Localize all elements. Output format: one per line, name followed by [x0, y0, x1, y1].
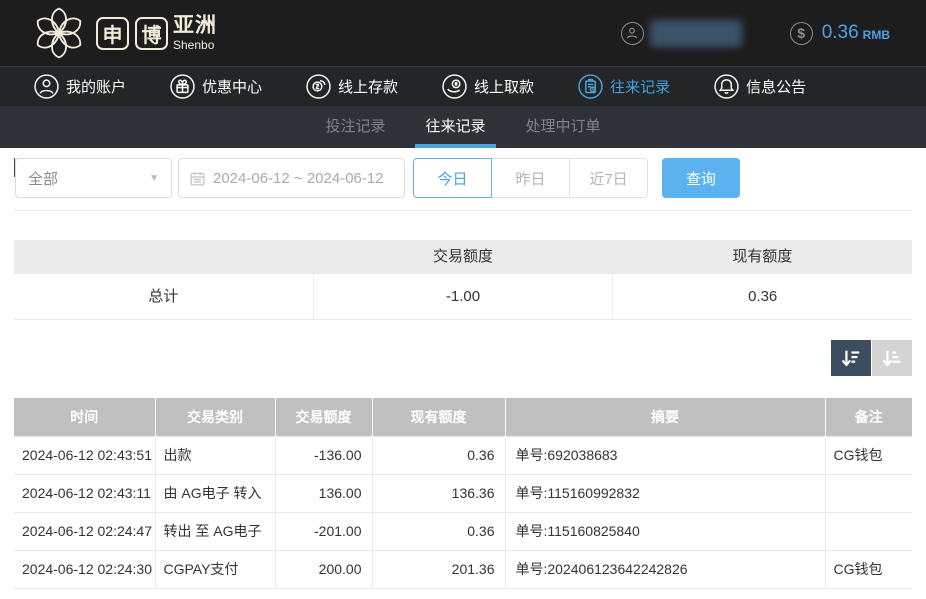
- sort-ascending-button[interactable]: [872, 340, 912, 376]
- cell-type: CGPAY支付: [154, 549, 276, 589]
- cell-time: 2024-06-12 02:24:47: [14, 511, 156, 551]
- bell-icon: [714, 74, 739, 99]
- brand-char-1: 申: [96, 16, 129, 50]
- table-row: 2024-06-12 02:43:11 由 AG电子 转入 136.00 136…: [14, 473, 912, 513]
- balance-amount: 0.36: [821, 22, 859, 43]
- table-row: 2024-06-12 02:43:51 出款 -136.00 0.36 单号:6…: [14, 435, 912, 475]
- col-type: 交易类别: [155, 398, 276, 436]
- type-filter-value: 全部: [28, 170, 59, 188]
- summary-total-label: 总计: [148, 288, 179, 305]
- yesterday-button[interactable]: 昨日: [491, 158, 570, 198]
- cell-transaction-amount: -136.00: [274, 435, 373, 475]
- cell-transaction-amount: 200.00: [274, 549, 373, 589]
- type-filter-select[interactable]: 全部 ▼: [15, 158, 172, 198]
- col-balance: 现有额度: [372, 398, 506, 436]
- quick-date-buttons: 今日 昨日 近7日: [413, 158, 648, 198]
- nav-item-promotions[interactable]: 优惠中心: [170, 74, 262, 99]
- content-area: 全部 ▼ 2024-06-12 ~ 2024-06-12 今日 昨日 近7日 查…: [0, 148, 926, 599]
- cell-summary: 单号:202406123642242826: [504, 549, 826, 589]
- summary-header-transaction: 交易额度: [432, 248, 493, 265]
- cell-balance: 201.36: [371, 549, 506, 589]
- brand-region: 亚洲: [173, 14, 217, 37]
- cell-type: 转出 至 AG电子: [154, 511, 276, 551]
- main-navigation: 我的账户 优惠中心 线上存款 线上取款 往来记录 信息公告: [0, 66, 926, 106]
- cell-remark: CG钱包: [824, 549, 912, 589]
- cell-type: 出款: [154, 435, 276, 475]
- col-time: 时间: [14, 398, 156, 436]
- cell-time: 2024-06-12 02:24:30: [14, 549, 156, 589]
- sort-desc-icon: [842, 350, 860, 367]
- user-icon: [34, 74, 59, 99]
- cell-transaction-amount: -201.00: [274, 511, 373, 551]
- filter-row: 全部 ▼ 2024-06-12 ~ 2024-06-12 今日 昨日 近7日 查…: [0, 158, 926, 198]
- summary-balance-total: 0.36: [612, 274, 912, 319]
- table-row: 2024-06-12 02:24:47 转出 至 AG电子 -201.00 0.…: [14, 511, 912, 551]
- cell-summary: 单号:115160992832: [504, 473, 826, 513]
- cell-transaction-amount: 136.00: [274, 473, 373, 513]
- flower-logo-icon: [36, 7, 82, 59]
- dollar-icon: $: [789, 21, 813, 45]
- col-remark: 备注: [825, 398, 912, 436]
- cell-balance: 0.36: [371, 435, 506, 475]
- nav-item-announcements[interactable]: 信息公告: [714, 74, 806, 99]
- search-button[interactable]: 查询: [662, 158, 740, 198]
- withdraw-icon: [442, 74, 467, 99]
- nav-item-transaction-records[interactable]: 往来记录: [578, 74, 670, 99]
- cell-remark: [824, 473, 912, 513]
- brand-latin: Shenbo: [173, 38, 215, 52]
- cell-type: 由 AG电子 转入: [154, 473, 276, 513]
- records-header-row: 时间 交易类别 交易额度 现有额度 摘要 备注: [14, 398, 912, 436]
- records-table: 时间 交易类别 交易额度 现有额度 摘要 备注 2024-06-12 02:43…: [14, 398, 912, 589]
- deposit-icon: [306, 74, 331, 99]
- brand-char-2: 博: [135, 16, 168, 50]
- brand-logo[interactable]: 申 博 亚洲 Shenbo: [28, 3, 217, 63]
- calendar-icon: [190, 171, 205, 186]
- summary-transaction-total: -1.00: [312, 274, 613, 319]
- summary-table: 交易额度 现有额度 总计 -1.00 0.36: [14, 240, 912, 320]
- col-transaction-amount: 交易额度: [275, 398, 373, 436]
- sort-descending-button[interactable]: [831, 340, 871, 376]
- gift-icon: [170, 74, 195, 99]
- records-icon: [578, 74, 603, 99]
- cell-balance: 0.36: [371, 511, 506, 551]
- username-redacted: [649, 19, 742, 47]
- summary-total-row: 总计 -1.00 0.36: [14, 274, 912, 320]
- sort-controls: [830, 340, 912, 376]
- sort-asc-icon: [883, 350, 901, 367]
- tab-processing-orders[interactable]: 处理中订单: [522, 106, 605, 148]
- summary-header-balance: 现有额度: [732, 248, 793, 265]
- tab-betting-records[interactable]: 投注记录: [321, 106, 389, 148]
- cell-time: 2024-06-12 02:43:51: [14, 435, 156, 475]
- last-7-days-button[interactable]: 近7日: [569, 158, 648, 198]
- cell-balance: 136.36: [371, 473, 506, 513]
- user-avatar-icon: [620, 21, 644, 45]
- cell-remark: [824, 511, 912, 551]
- cell-time: 2024-06-12 02:43:11: [14, 473, 156, 513]
- summary-header-row: 交易额度 现有额度: [14, 240, 912, 274]
- date-range-value: 2024-06-12 ~ 2024-06-12: [213, 169, 384, 187]
- today-button[interactable]: 今日: [413, 158, 492, 198]
- col-summary: 摘要: [505, 398, 826, 436]
- nav-item-withdraw[interactable]: 线上取款: [442, 74, 534, 99]
- date-range-input[interactable]: 2024-06-12 ~ 2024-06-12: [178, 158, 405, 198]
- tab-transaction-records[interactable]: 往来记录: [415, 106, 496, 148]
- filter-divider: [14, 210, 912, 211]
- table-row: 2024-06-12 02:24:30 CGPAY支付 200.00 201.3…: [14, 549, 912, 589]
- cell-summary: 单号:692038683: [504, 435, 826, 475]
- cell-summary: 单号:115160825840: [504, 511, 826, 551]
- balance-currency: RMB: [862, 28, 890, 42]
- cell-remark: CG钱包: [824, 435, 912, 475]
- nav-item-deposit[interactable]: 线上存款: [306, 74, 398, 99]
- summary-header-empty: [14, 240, 313, 274]
- nav-item-my-account[interactable]: 我的账户: [34, 74, 126, 99]
- top-header: 申 博 亚洲 Shenbo $ 0.36 RMB: [0, 0, 926, 66]
- chevron-down-icon: ▼: [149, 172, 159, 184]
- record-tabs: 投注记录 往来记录 处理中订单: [0, 106, 926, 148]
